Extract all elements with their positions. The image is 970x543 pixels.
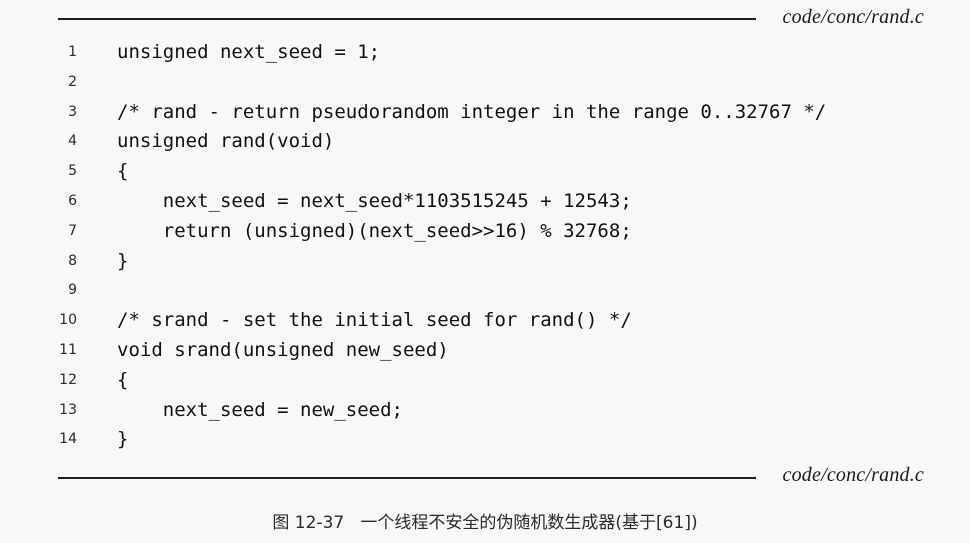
code-line: 4 unsigned rand(void): [0, 127, 970, 157]
line-code: next_seed = new_seed;: [117, 398, 403, 421]
code-line: 7 return (unsigned)(next_seed>>16) % 327…: [0, 217, 970, 247]
line-code: next_seed = next_seed*1103515245 + 12543…: [117, 189, 632, 212]
code-line: 1 unsigned next_seed = 1;: [0, 38, 970, 68]
line-number: 14: [59, 431, 77, 448]
code-line: 6 next_seed = next_seed*1103515245 + 125…: [0, 187, 970, 217]
code-line: 14 }: [0, 425, 970, 455]
line-code: {: [117, 160, 129, 183]
code-line: 11 void srand(unsigned new_seed): [0, 336, 970, 366]
line-number: 1: [68, 44, 77, 60]
line-code: /* rand - return pseudorandom integer in…: [117, 100, 827, 123]
line-number: 8: [68, 252, 77, 269]
line-number: 3: [68, 103, 77, 120]
line-number: 5: [68, 163, 77, 180]
line-number: 12: [59, 371, 77, 388]
line-number: 4: [68, 133, 77, 150]
listing-header: code/conc/rand.c: [58, 6, 924, 30]
line-number: 6: [68, 192, 77, 209]
line-number: 13: [59, 401, 77, 418]
line-code: /* srand - set the initial seed for rand…: [117, 309, 632, 332]
footer-rule: [58, 477, 756, 479]
line-code: unsigned next_seed = 1;: [117, 41, 381, 63]
code-line: 10 /* srand - set the initial seed for r…: [0, 306, 970, 336]
code-listing: 1 unsigned next_seed = 1; 2 3 /* rand - …: [0, 38, 970, 455]
code-line: 13 next_seed = new_seed;: [0, 396, 970, 426]
line-code: {: [117, 368, 129, 391]
line-code: void srand(unsigned new_seed): [117, 338, 449, 361]
line-number: 9: [68, 282, 77, 299]
line-number: 7: [68, 222, 77, 239]
code-line: 5 {: [0, 157, 970, 187]
line-number: 10: [59, 312, 77, 329]
book-page: code/conc/rand.c 1 unsigned next_seed = …: [0, 0, 970, 543]
code-line: 8 }: [0, 247, 970, 277]
figure-caption: 图 12-37 一个线程不安全的伪随机数生成器(基于[61]): [272, 513, 698, 533]
listing-footer: code/conc/rand.c: [58, 464, 924, 488]
line-code: }: [117, 428, 129, 451]
footer-file-label: code/conc/rand.c: [782, 464, 924, 486]
header-rule: [58, 18, 756, 20]
line-code: }: [117, 249, 129, 272]
header-file-label: code/conc/rand.c: [782, 6, 924, 28]
code-line: 12 {: [0, 366, 970, 396]
line-number: 11: [59, 341, 77, 358]
line-code: unsigned rand(void): [117, 130, 335, 153]
line-number: 2: [68, 73, 77, 90]
code-line: 9: [0, 276, 970, 306]
line-code: return (unsigned)(next_seed>>16) % 32768…: [117, 219, 632, 242]
code-line: 3 /* rand - return pseudorandom integer …: [0, 98, 970, 128]
code-line: 2: [0, 68, 970, 98]
